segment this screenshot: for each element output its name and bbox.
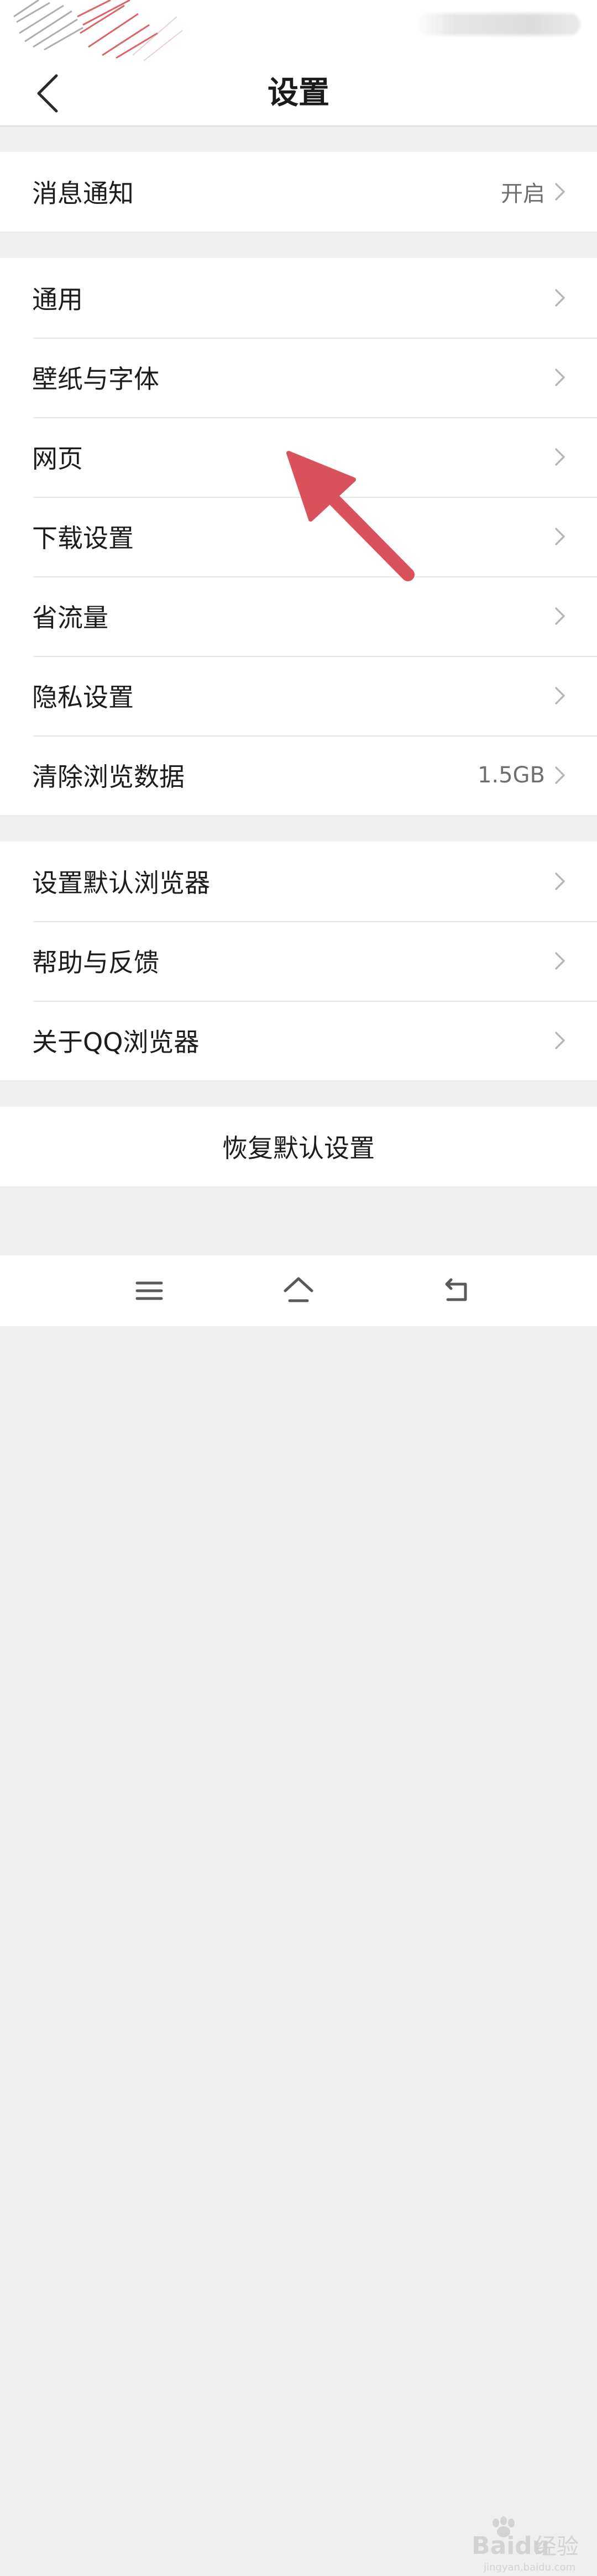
chevron-right-icon (555, 528, 565, 545)
reset-defaults-button[interactable]: 恢复默认设置 (0, 1107, 597, 1186)
settings-item-label: 省流量 (32, 603, 108, 633)
settings-item-label: 网页 (32, 444, 83, 474)
chevron-right-icon (555, 607, 565, 625)
header-bar: 设置 (0, 61, 597, 127)
redaction-scribble (13, 0, 183, 61)
home-icon[interactable] (282, 1274, 315, 1307)
chevron-right-icon (555, 952, 565, 970)
chevron-right-icon (555, 1032, 565, 1049)
settings-item-download[interactable]: 下载设置 (0, 497, 597, 576)
system-nav-bar: Baidu 经验 jingyan.baidu.com (0, 1255, 597, 2573)
settings-item-label: 下载设置 (32, 523, 134, 553)
settings-item-clear-data[interactable]: 清除浏览数据 1.5GB (0, 735, 597, 815)
settings-item-data-saver[interactable]: 省流量 (0, 576, 597, 656)
settings-item-label: 清除浏览数据 (32, 762, 185, 792)
status-icons-blurred (415, 13, 580, 35)
svg-text:jingyan.baidu.com: jingyan.baidu.com (483, 2562, 575, 2573)
status-bar (0, 0, 597, 61)
clear-data-size-value: 1.5GB (477, 763, 545, 788)
chevron-right-icon (555, 766, 565, 784)
reset-group: 恢复默认设置 (0, 1107, 597, 1186)
main-settings-group: 通用 壁纸与字体 网页 下载设置 省流量 隐私设置 清除浏览数据 1.5GB (0, 258, 597, 815)
settings-item-general[interactable]: 通用 (0, 258, 597, 338)
settings-item-label: 设置默认浏览器 (32, 868, 210, 898)
chevron-right-icon (555, 872, 565, 890)
settings-item-default-browser[interactable]: 设置默认浏览器 (0, 842, 597, 921)
notification-status-value: 开启 (501, 181, 545, 207)
settings-item-label: 壁纸与字体 (32, 364, 159, 394)
chevron-right-icon (555, 448, 565, 466)
reset-defaults-label: 恢复默认设置 (222, 1133, 375, 1163)
svg-text:经验: 经验 (535, 2534, 579, 2559)
notification-group: 消息通知 开启 (0, 152, 597, 232)
settings-item-notifications[interactable]: 消息通知 开启 (0, 152, 597, 232)
menu-icon[interactable] (133, 1274, 166, 1307)
settings-item-about[interactable]: 关于QQ浏览器 (0, 1001, 597, 1080)
settings-item-label: 消息通知 (32, 178, 134, 208)
chevron-right-icon (555, 369, 565, 386)
chevron-right-icon (555, 289, 565, 307)
settings-item-label: 关于QQ浏览器 (32, 1027, 200, 1057)
back-nav-icon[interactable] (440, 1274, 473, 1307)
chevron-right-icon (555, 687, 565, 705)
settings-item-privacy[interactable]: 隐私设置 (0, 656, 597, 735)
settings-item-label: 帮助与反馈 (32, 948, 159, 977)
settings-item-label: 隐私设置 (32, 682, 134, 712)
settings-item-wallpaper-font[interactable]: 壁纸与字体 (0, 338, 597, 417)
page-title: 设置 (268, 75, 329, 111)
settings-item-label: 通用 (32, 285, 83, 314)
chevron-right-icon (555, 183, 565, 201)
more-settings-group: 设置默认浏览器 帮助与反馈 关于QQ浏览器 (0, 842, 597, 1080)
baidu-jingyan-watermark: Baidu 经验 jingyan.baidu.com (472, 2516, 579, 2573)
settings-item-help-feedback[interactable]: 帮助与反馈 (0, 921, 597, 1001)
settings-item-webpage[interactable]: 网页 (0, 417, 597, 497)
